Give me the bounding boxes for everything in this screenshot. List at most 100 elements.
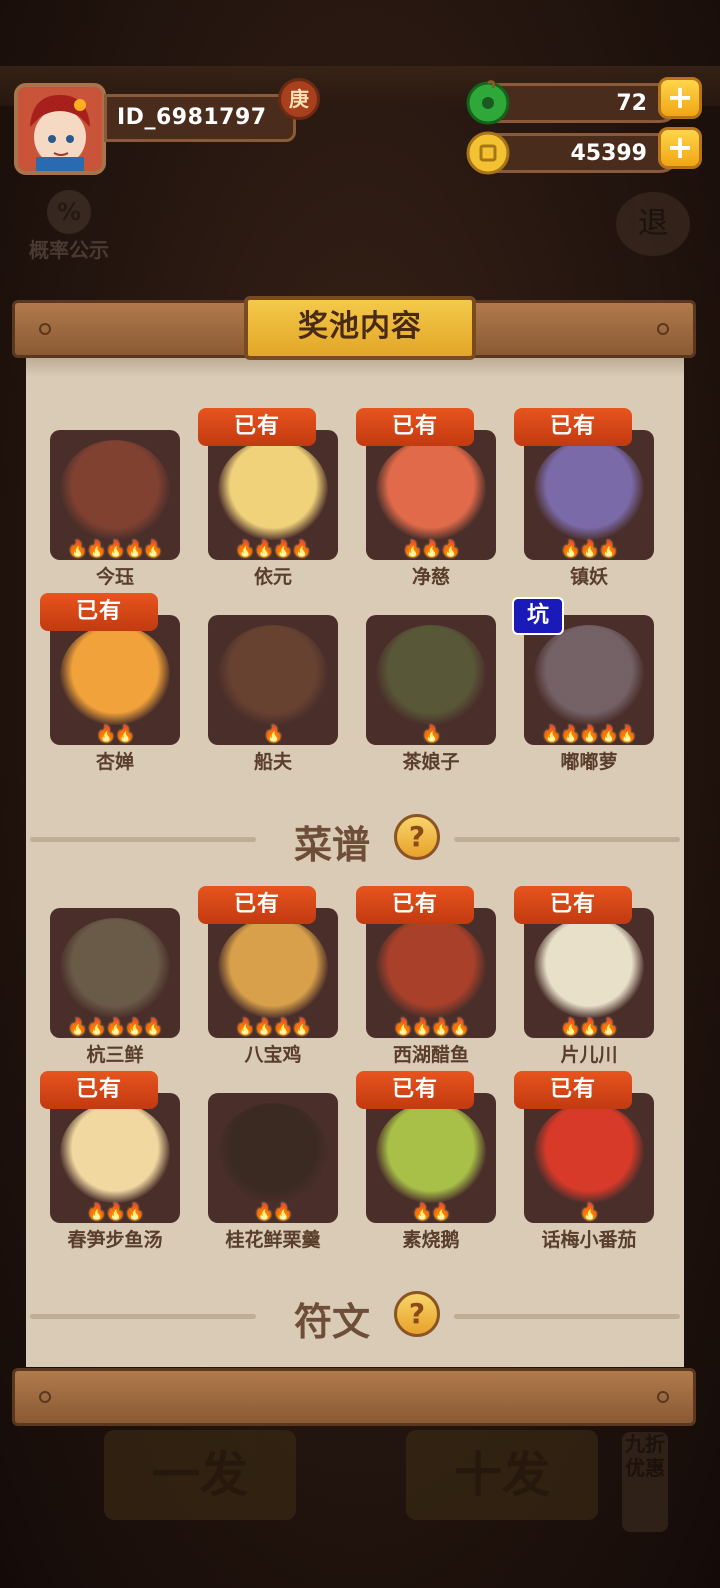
jade-counter: 72 — [466, 80, 680, 125]
character-name: 杏婵 — [95, 751, 134, 773]
probability-label: 概率公示 — [29, 238, 109, 262]
divider-line — [454, 1314, 680, 1319]
recipe-card[interactable]: 🔥🔥🔥🔥 — [366, 908, 496, 1038]
flame-rating-icon: 🔥🔥🔥 — [402, 539, 461, 558]
jade-icon — [466, 80, 510, 125]
panel-title: 奖池内容 — [244, 296, 476, 360]
avatar-portrait-icon — [18, 87, 102, 171]
coin-value: 45399 — [570, 141, 647, 166]
flame-rating-icon: 🔥🔥🔥🔥🔥 — [67, 1017, 164, 1036]
discount-tag: 九折优惠 — [622, 1432, 668, 1532]
flame-rating-icon: 🔥🔥🔥🔥 — [393, 1017, 470, 1036]
exit-button[interactable]: 退 — [616, 192, 690, 256]
jade-value: 72 — [616, 91, 647, 116]
recipe-name: 杭三鲜 — [86, 1044, 144, 1066]
percent-gear-icon: % — [47, 190, 91, 234]
owned-tag: 已有 — [198, 886, 316, 924]
character-card[interactable]: 🔥🔥🔥🔥 — [208, 430, 338, 560]
rod-knob — [657, 1391, 669, 1403]
character-card[interactable]: 🔥🔥🔥🔥🔥 — [50, 430, 180, 560]
recipe-name: 西湖醋鱼 — [392, 1044, 469, 1066]
user-id-bar: ID_6981797 — [104, 94, 296, 142]
divider-line — [30, 1314, 256, 1319]
rod-knob — [39, 1391, 51, 1403]
add-jade-button[interactable]: + — [658, 77, 702, 119]
probability-button[interactable]: % 概率公示 — [22, 190, 116, 268]
character-name: 净慈 — [411, 566, 450, 588]
recipe-portrait-icon — [534, 918, 644, 1018]
character-card[interactable]: 🔥 — [366, 615, 496, 745]
divider-line — [30, 837, 256, 842]
recipe-name: 片儿川 — [560, 1044, 618, 1066]
runes-help-button[interactable]: ? — [394, 1291, 440, 1337]
character-portrait-icon — [218, 625, 328, 725]
flame-rating-icon: 🔥🔥🔥🔥 — [235, 539, 312, 558]
rod-knob — [657, 323, 669, 335]
owned-tag: 已有 — [356, 408, 474, 446]
flame-rating-icon: 🔥🔥🔥🔥🔥 — [67, 539, 164, 558]
flame-rating-icon: 🔥🔥🔥 — [86, 1202, 145, 1221]
owned-tag: 已有 — [356, 1071, 474, 1109]
flame-rating-icon: 🔥 — [579, 1202, 600, 1221]
owned-tag: 已有 — [514, 1071, 632, 1109]
recipes-section-header: 菜谱 ? — [26, 810, 684, 867]
recipe-portrait-icon — [376, 918, 486, 1018]
character-name: 依元 — [253, 566, 292, 588]
coin-icon — [466, 131, 510, 175]
character-card[interactable]: 🔥 — [208, 615, 338, 745]
character-name: 嘟嘟萝 — [560, 751, 618, 773]
character-card[interactable]: 🔥🔥 — [50, 615, 180, 745]
recipe-portrait-icon — [376, 1103, 486, 1203]
recipe-portrait-icon — [218, 1103, 328, 1203]
recipe-card[interactable]: 🔥🔥🔥🔥 — [208, 908, 338, 1038]
owned-tag: 已有 — [514, 408, 632, 446]
character-name: 镇妖 — [569, 566, 608, 588]
recipe-name: 春笋步鱼汤 — [67, 1229, 163, 1251]
recipe-portrait-icon — [60, 1103, 170, 1203]
pit-tag: 坑 — [512, 597, 564, 635]
recipe-card[interactable]: 🔥🔥🔥 — [524, 908, 654, 1038]
recipe-name: 素烧鹅 — [402, 1229, 460, 1251]
owned-tag: 已有 — [356, 886, 474, 924]
character-card[interactable]: 🔥🔥🔥 — [524, 430, 654, 560]
runes-title: 符文 — [294, 1300, 371, 1344]
flame-rating-icon: 🔥 — [263, 724, 284, 743]
character-portrait-icon — [218, 440, 328, 540]
owned-tag: 已有 — [40, 1071, 158, 1109]
recipe-card[interactable]: 🔥 — [524, 1093, 654, 1223]
character-portrait-icon — [534, 625, 644, 725]
coin-counter: 45399 — [466, 131, 680, 175]
owned-tag: 已有 — [40, 593, 158, 631]
flame-rating-icon: 🔥🔥🔥 — [560, 539, 619, 558]
flame-rating-icon: 🔥🔥🔥🔥🔥 — [541, 724, 638, 743]
divider-line — [454, 837, 680, 842]
recipe-name: 话梅小番茄 — [541, 1229, 637, 1251]
character-portrait-icon — [534, 440, 644, 540]
character-portrait-icon — [60, 440, 170, 540]
flame-rating-icon: 🔥🔥🔥 — [560, 1017, 619, 1036]
prize-pool-panel[interactable]: 🔥🔥🔥🔥🔥 今珏 🔥🔥🔥🔥 已有 依元 🔥🔥🔥 已有 净慈 🔥🔥🔥 已有 镇妖 🔥🔥 已有 杏婵 🔥 船夫 🔥 茶… — [26, 355, 684, 1367]
rod-knob — [39, 323, 51, 335]
character-name: 船夫 — [253, 751, 292, 773]
recipe-card[interactable]: 🔥🔥🔥 — [50, 1093, 180, 1223]
add-coin-button[interactable]: + — [658, 127, 702, 169]
flame-rating-icon: 🔥🔥 — [412, 1202, 451, 1221]
character-name: 茶娘子 — [402, 751, 460, 773]
ten-draw-button: 十发 — [406, 1430, 598, 1520]
runes-section-header: 符文 ? — [26, 1287, 684, 1344]
recipe-card[interactable]: 🔥🔥 — [208, 1093, 338, 1223]
recipe-card[interactable]: 🔥🔥 — [366, 1093, 496, 1223]
recipe-card[interactable]: 🔥🔥🔥🔥🔥 — [50, 908, 180, 1038]
single-draw-button: 一发 — [104, 1430, 296, 1520]
character-name: 今珏 — [95, 566, 134, 588]
rank-badge: 庚 — [278, 78, 320, 120]
character-card[interactable]: 🔥🔥🔥 — [366, 430, 496, 560]
flame-rating-icon: 🔥🔥🔥🔥 — [235, 1017, 312, 1036]
recipes-title: 菜谱 — [294, 823, 371, 867]
recipe-portrait-icon — [218, 918, 328, 1018]
recipes-help-button[interactable]: ? — [394, 814, 440, 860]
avatar[interactable] — [14, 83, 106, 175]
recipe-portrait-icon — [534, 1103, 644, 1203]
character-portrait-icon — [60, 625, 170, 725]
character-portrait-icon — [376, 625, 486, 725]
